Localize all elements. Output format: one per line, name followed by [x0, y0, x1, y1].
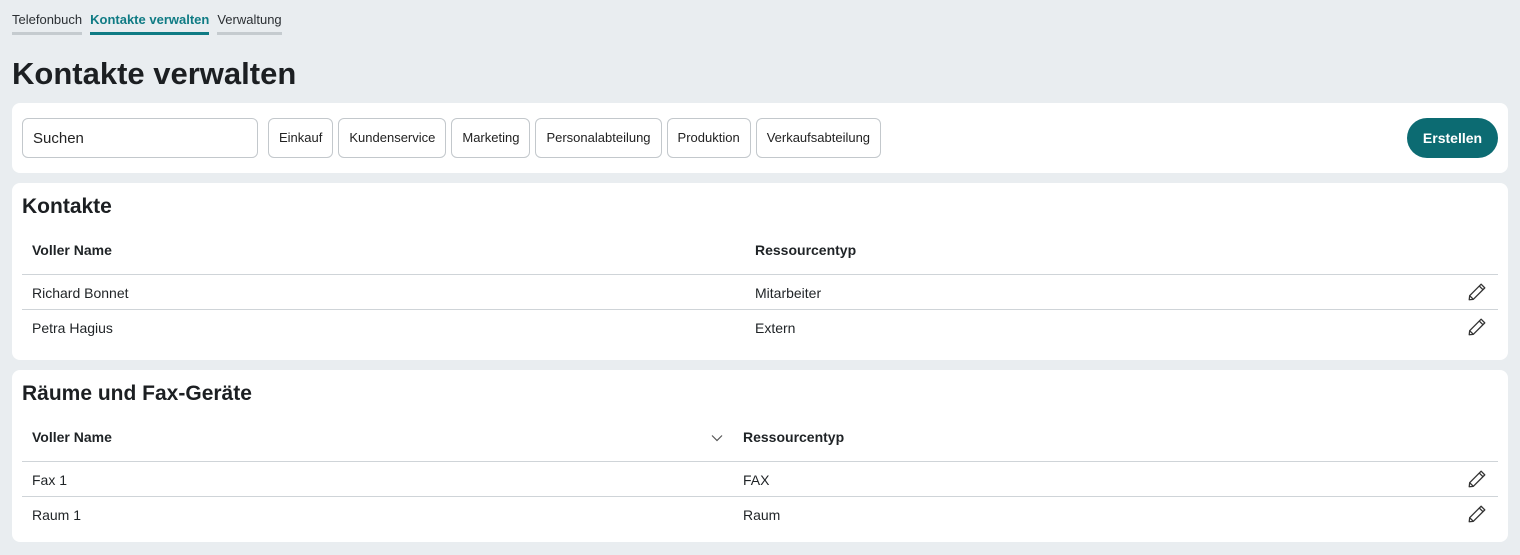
filter-marketing[interactable]: Marketing	[451, 118, 531, 158]
rooms-card: Räume und Fax-Geräte Voller Name Ressour…	[12, 370, 1508, 542]
cell-full-name: Petra Hagius	[32, 320, 113, 336]
contacts-title: Kontakte	[22, 195, 112, 218]
cell-full-name: Raum 1	[32, 507, 82, 523]
tab-verwaltung[interactable]: Verwaltung	[217, 13, 282, 35]
cell-resource-type: Mitarbeiter	[755, 285, 822, 301]
table-row[interactable]: Petra Hagius Extern	[22, 310, 1498, 345]
table-header: Voller Name Ressourcentyp	[22, 418, 1498, 462]
table-row[interactable]: Richard Bonnet Mitarbeiter	[22, 275, 1498, 310]
contacts-table: Voller Name Ressourcentyp Richard Bonnet…	[22, 231, 1498, 345]
filter-einkauf[interactable]: Einkauf	[268, 118, 334, 158]
contacts-card: Kontakte Voller Name Ressourcentyp Richa…	[12, 183, 1508, 360]
table-row[interactable]: Raum 1 Raum	[22, 497, 1498, 532]
cell-resource-type: Extern	[755, 320, 796, 336]
rooms-title: Räume und Fax-Geräte	[22, 382, 252, 405]
cell-resource-type: Raum	[743, 507, 781, 523]
top-navigation: Telefonbuch Kontakte verwalten Verwaltun…	[12, 13, 282, 35]
table-header: Voller Name Ressourcentyp	[22, 231, 1498, 275]
filter-kundenservice[interactable]: Kundenservice	[338, 118, 447, 158]
column-full-name[interactable]: Voller Name	[32, 429, 112, 445]
column-full-name[interactable]: Voller Name	[32, 242, 112, 258]
pencil-icon[interactable]	[1466, 503, 1488, 525]
filter-produktion[interactable]: Produktion	[666, 118, 751, 158]
column-resource-type[interactable]: Ressourcentyp	[755, 242, 856, 258]
tab-telefonbuch[interactable]: Telefonbuch	[12, 13, 83, 35]
table-row[interactable]: Fax 1 FAX	[22, 462, 1498, 497]
pencil-icon[interactable]	[1466, 281, 1488, 303]
rooms-table: Voller Name Ressourcentyp Fax 1 FAX Raum…	[22, 418, 1498, 532]
create-button[interactable]: Erstellen	[1407, 118, 1498, 158]
chevron-down-icon[interactable]	[710, 431, 724, 445]
department-filters: Einkauf Kundenservice Marketing Personal…	[268, 118, 882, 158]
filter-toolbar: Einkauf Kundenservice Marketing Personal…	[12, 103, 1508, 173]
search-input[interactable]	[22, 118, 258, 158]
cell-full-name: Fax 1	[32, 472, 68, 488]
cell-resource-type: FAX	[743, 472, 770, 488]
pencil-icon[interactable]	[1466, 316, 1488, 338]
cell-full-name: Richard Bonnet	[32, 285, 129, 301]
pencil-icon[interactable]	[1466, 468, 1488, 490]
column-resource-type[interactable]: Ressourcentyp	[743, 429, 844, 445]
page-title: Kontakte verwalten	[12, 56, 297, 91]
filter-personalabteilung[interactable]: Personalabteilung	[535, 118, 662, 158]
filter-verkaufsabteilung[interactable]: Verkaufsabteilung	[755, 118, 882, 158]
tab-kontakte-verwalten[interactable]: Kontakte verwalten	[90, 13, 210, 35]
